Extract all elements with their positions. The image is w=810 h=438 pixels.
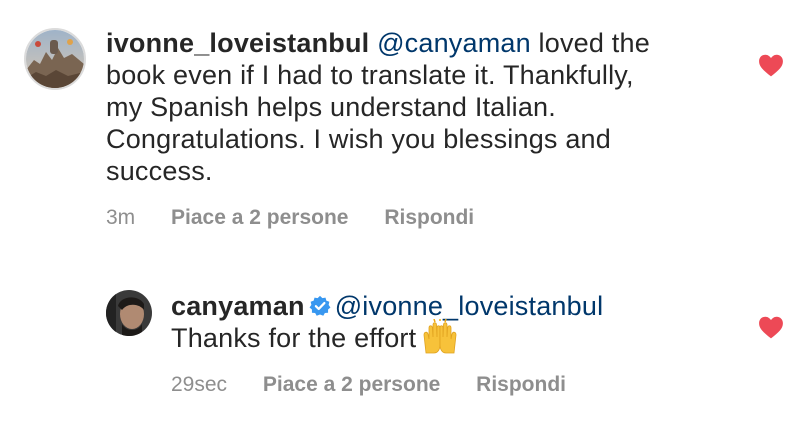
reply-item: canyaman @ivonne_loveistanbul Thanks for… xyxy=(0,270,810,438)
comment-line: my Spanish helps understand Italian. xyxy=(106,92,556,122)
reply-line-1: canyaman @ivonne_loveistanbul xyxy=(171,290,731,322)
reply-meta: 29sec Piace a 2 persone Rispondi xyxy=(171,373,596,397)
comment-username[interactable]: ivonne_loveistanbul xyxy=(106,28,369,58)
comment-time: 3m xyxy=(106,206,136,229)
raising-hands-emoji-icon xyxy=(423,318,457,354)
reply-mention[interactable]: @ivonne_loveistanbul xyxy=(335,291,604,321)
comment-reply-button[interactable]: Rispondi xyxy=(384,206,474,229)
comment-item: ivonne_loveistanbul @canyaman loved the … xyxy=(0,0,810,250)
avatar[interactable] xyxy=(24,28,86,90)
heart-icon[interactable] xyxy=(758,53,784,77)
comment-line-1: ivonne_loveistanbul @canyaman loved the xyxy=(106,27,746,59)
reply-username[interactable]: canyaman xyxy=(171,291,305,321)
comment-line: book even if I had to translate it. Than… xyxy=(106,60,634,90)
comment-line: success. xyxy=(106,156,213,186)
reply-reply-button[interactable]: Rispondi xyxy=(476,373,566,396)
heart-icon[interactable] xyxy=(758,315,784,339)
reply-text: canyaman @ivonne_loveistanbul Thanks for… xyxy=(171,290,731,355)
comment-line: Congratulations. I wish you blessings an… xyxy=(106,124,611,154)
reply-line-2: Thanks for the effort xyxy=(171,318,731,355)
reply-time: 29sec xyxy=(171,373,228,396)
comment-text-part: loved the xyxy=(530,28,650,58)
reply-likes-link[interactable]: Piace a 2 persone xyxy=(263,373,440,396)
reply-message: Thanks for the effort xyxy=(171,323,417,353)
comment-text: ivonne_loveistanbul @canyaman loved the … xyxy=(106,27,746,187)
verified-badge-icon xyxy=(309,295,331,316)
comment-meta: 3m Piace a 2 persone Rispondi xyxy=(106,206,504,230)
comment-mention[interactable]: @canyaman xyxy=(377,28,531,58)
comment-likes-link[interactable]: Piace a 2 persone xyxy=(171,206,348,229)
avatar[interactable] xyxy=(106,290,152,336)
